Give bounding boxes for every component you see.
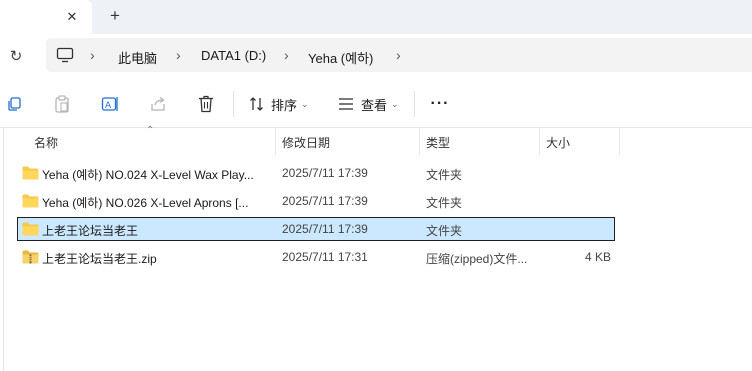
column-divider[interactable] bbox=[539, 128, 540, 155]
file-date: 2025/7/11 17:39 bbox=[282, 222, 368, 236]
breadcrumb-separator[interactable]: › bbox=[90, 47, 95, 63]
more-options-icon[interactable]: ··· bbox=[429, 94, 451, 114]
file-row[interactable]: Yeha (예하) NO.026 X-Level Aprons [... 202… bbox=[17, 189, 615, 213]
view-button[interactable]: 查看 ⌄ bbox=[338, 93, 399, 115]
address-bar[interactable]: › 此电脑 › DATA1 (D:) › Yeha (예하) › bbox=[46, 38, 752, 72]
view-icon bbox=[339, 98, 353, 110]
file-date: 2025/7/11 17:39 bbox=[282, 166, 368, 180]
column-header-date[interactable]: 修改日期 bbox=[282, 134, 330, 151]
breadcrumb-separator[interactable]: › bbox=[396, 47, 401, 63]
sort-ascending-icon: ⌃ bbox=[146, 125, 155, 136]
rename-icon[interactable]: A bbox=[100, 94, 120, 114]
folder-icon bbox=[22, 194, 39, 208]
column-header-size[interactable]: 大小 bbox=[546, 134, 570, 151]
column-header-name[interactable]: 名称 bbox=[34, 134, 58, 151]
tab-strip: ✕ + bbox=[0, 0, 752, 34]
column-headers: ⌃ 名称 修改日期 类型 大小 bbox=[0, 125, 752, 155]
sort-icon bbox=[250, 97, 263, 111]
file-row[interactable]: Yeha (예하) NO.024 X-Level Wax Play... 202… bbox=[17, 161, 615, 185]
sort-label: 排序 bbox=[271, 97, 298, 113]
paste-icon[interactable] bbox=[52, 94, 72, 114]
file-type: 文件夹 bbox=[426, 196, 463, 210]
file-type: 文件夹 bbox=[426, 224, 463, 238]
sort-button[interactable]: 排序 ⌄ bbox=[249, 93, 309, 115]
chevron-down-icon: ⌄ bbox=[301, 98, 309, 109]
breadcrumb-separator[interactable]: › bbox=[284, 47, 289, 63]
active-tab[interactable]: ✕ bbox=[0, 0, 92, 34]
refresh-icon[interactable]: ↻ bbox=[6, 46, 26, 66]
file-row[interactable]: 上老王论坛当老王.zip 2025/7/11 17:31 压缩(zipped)文… bbox=[17, 245, 615, 269]
close-tab-icon[interactable]: ✕ bbox=[62, 7, 82, 27]
file-type: 文件夹 bbox=[426, 168, 463, 182]
toolbar-divider bbox=[233, 91, 234, 117]
folder-icon bbox=[22, 222, 39, 236]
column-divider[interactable] bbox=[619, 128, 620, 155]
command-bar: A 排序 ⌄ 查看 ⌄ ··· bbox=[0, 80, 752, 128]
breadcrumb-data1-drive[interactable]: DATA1 (D:) bbox=[201, 48, 266, 63]
this-pc-icon[interactable] bbox=[56, 47, 74, 63]
file-size: 4 KB bbox=[584, 250, 611, 264]
file-list: ⌃ 名称 修改日期 类型 大小 Yeha (예하) NO.024 X-Level… bbox=[0, 125, 752, 371]
toolbar-divider bbox=[414, 91, 415, 117]
folder-icon bbox=[22, 166, 39, 180]
copy-icon[interactable] bbox=[4, 94, 24, 114]
svg-text:A: A bbox=[105, 101, 112, 111]
new-tab-icon[interactable]: + bbox=[104, 5, 126, 27]
file-date: 2025/7/11 17:31 bbox=[282, 250, 368, 264]
share-icon[interactable] bbox=[148, 94, 168, 114]
file-date: 2025/7/11 17:39 bbox=[282, 194, 368, 208]
chevron-down-icon: ⌄ bbox=[391, 98, 399, 109]
file-row-selected[interactable]: 上老王论坛当老王 2025/7/11 17:39 文件夹 bbox=[17, 217, 615, 241]
file-name: 上老王论坛当老王.zip bbox=[42, 252, 157, 266]
column-divider[interactable] bbox=[419, 128, 420, 155]
breadcrumb-yeha-folder[interactable]: Yeha (예하) bbox=[308, 48, 373, 67]
pane-border bbox=[3, 128, 4, 371]
column-header-type[interactable]: 类型 bbox=[426, 134, 450, 151]
delete-icon[interactable] bbox=[196, 94, 216, 114]
file-name: Yeha (예하) NO.026 X-Level Aprons [... bbox=[42, 196, 249, 210]
file-name: Yeha (예하) NO.024 X-Level Wax Play... bbox=[42, 168, 254, 182]
breadcrumb-separator[interactable]: › bbox=[176, 47, 181, 63]
breadcrumb-this-pc[interactable]: 此电脑 bbox=[118, 48, 157, 67]
zip-folder-icon bbox=[22, 250, 39, 264]
view-label: 查看 bbox=[361, 97, 388, 113]
address-row: ↻ › 此电脑 › DATA1 (D:) › Yeha (예하) › bbox=[0, 34, 752, 80]
file-name: 上老王论坛当老王 bbox=[42, 224, 139, 238]
column-divider[interactable] bbox=[275, 128, 276, 155]
file-type: 压缩(zipped)文件... bbox=[426, 252, 528, 266]
